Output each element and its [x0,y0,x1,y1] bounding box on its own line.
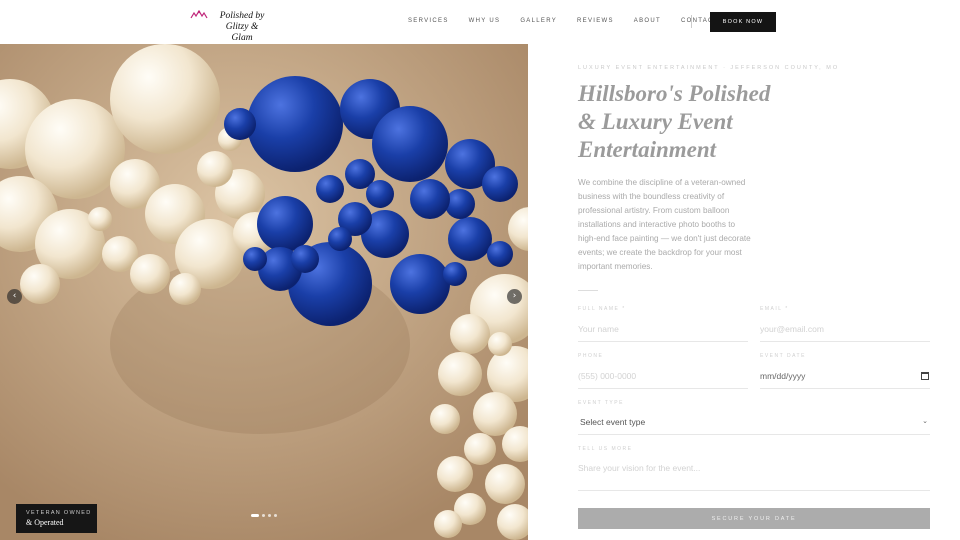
brand-line-2: Glitzy & Glam [225,22,259,43]
slide-prev-button[interactable]: ‹ [7,289,22,304]
intro-paragraph: We combine the discipline of a veteran-o… [578,178,751,271]
secure-your-date-button[interactable]: SECURE YOUR DATE [578,508,930,529]
event-date-placeholder: mm/dd/yyyy [760,371,806,381]
event-type-select[interactable]: Select event type ⌄ [578,415,930,435]
phone-placeholder: (555) 000-0000 [578,371,637,381]
divider [578,290,598,291]
veteran-owned-badge: VETERAN OWNED & Operated [16,504,97,533]
nav-gallery[interactable]: GALLERY [520,18,557,24]
section-eyebrow: LUXURY EVENT ENTERTAINMENT · JEFFERSON C… [578,65,840,71]
full-name-field[interactable]: Your name [578,322,748,342]
main-nav: SERVICES WHY US GALLERY REVIEWS ABOUT CO… [408,18,739,24]
email-placeholder: your@email.com [760,324,824,334]
calendar-icon[interactable] [921,372,929,380]
brand-wordmark: Polished by Glitzy & Glam [218,11,266,44]
nav-services[interactable]: SERVICES [408,18,449,24]
event-type-label: EVENT TYPE [578,400,624,406]
slide-dot[interactable] [251,514,259,517]
slide-dot[interactable] [268,514,271,517]
slide-dot[interactable] [274,514,277,517]
email-field[interactable]: your@email.com [760,322,930,342]
full-name-placeholder: Your name [578,324,619,334]
brand-line-1: Polished by [219,11,265,21]
crown-icon [190,10,208,19]
nav-about[interactable]: ABOUT [634,18,661,24]
email-label: EMAIL * [760,306,789,312]
page-title: Hillsboro's Polished & Luxury Event Ente… [578,81,771,162]
nav-reviews[interactable]: REVIEWS [577,18,614,24]
badge-subtitle: VETERAN OWNED [26,510,92,516]
nav-why-us[interactable]: WHY US [469,18,501,24]
booking-section: LUXURY EVENT ENTERTAINMENT · JEFFERSON C… [528,44,960,540]
hero-slideshow: ‹ › VETERAN OWNED & Operated [0,44,528,540]
slide-next-button[interactable]: › [507,289,522,304]
event-date-field[interactable]: mm/dd/yyyy [760,369,930,389]
event-date-label: EVENT DATE [760,353,806,359]
balloon-arch-photo [0,44,528,540]
phone-label: PHONE [578,353,604,359]
full-name-label: FULL NAME * [578,306,626,312]
slide-dot[interactable] [262,514,265,517]
nav-divider [691,15,692,28]
book-now-button[interactable]: BOOK NOW [710,12,776,32]
site-header: Polished by Glitzy & Glam SERVICES WHY U… [0,0,960,44]
chevron-left-icon: ‹ [12,291,17,301]
slide-indicators [251,514,277,517]
tell-us-more-label: TELL US MORE [578,446,633,452]
chevron-down-icon: ⌄ [922,417,928,425]
badge-title: & Operated [26,518,64,527]
tell-us-more-textarea[interactable]: Share your vision for the event... [578,461,930,491]
event-type-value: Select event type [580,417,646,427]
phone-field[interactable]: (555) 000-0000 [578,369,748,389]
brand-logo[interactable]: Polished by Glitzy & Glam [190,10,280,43]
chevron-right-icon: › [512,291,517,301]
tell-us-more-placeholder: Share your vision for the event... [578,463,701,473]
